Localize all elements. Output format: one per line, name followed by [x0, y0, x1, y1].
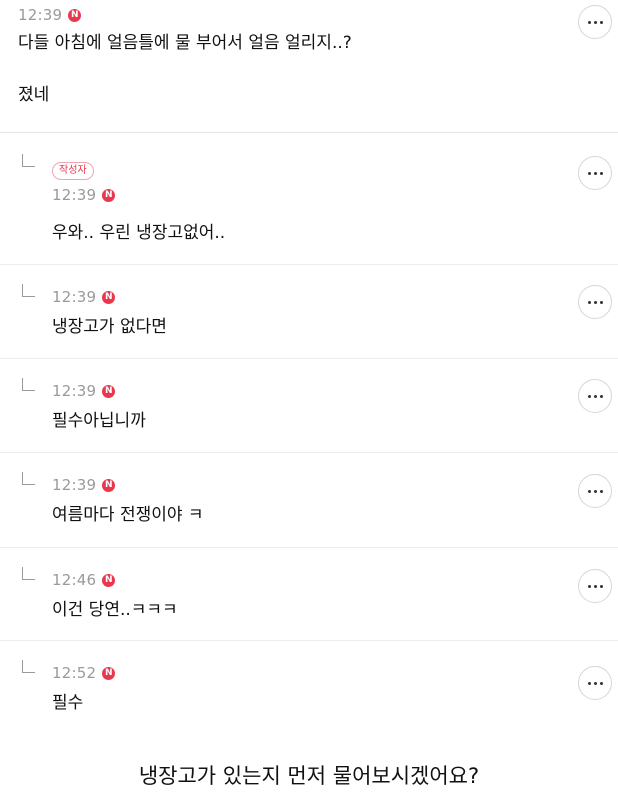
new-badge-icon: N — [102, 290, 116, 304]
reply-arrow-icon — [22, 378, 35, 391]
timestamp: 12:52 — [52, 664, 97, 682]
more-options-icon — [587, 584, 603, 588]
comment-meta: 12:46 N — [52, 571, 116, 589]
reply-arrow-icon — [22, 472, 35, 485]
timestamp: 12:39 — [52, 382, 97, 400]
reply-item: 12:46 N 이건 당연..ㅋㅋㅋ — [0, 549, 618, 641]
more-options-button[interactable] — [578, 379, 612, 413]
comment-meta: 12:39 N — [52, 476, 116, 494]
comment-text: 이건 당연..ㅋㅋㅋ — [52, 600, 178, 620]
comment-meta: 12:39 N — [52, 288, 116, 306]
reply-item: 12:39 N 필수아닙니까 — [0, 360, 618, 453]
reply-arrow-icon — [22, 567, 35, 580]
timestamp: 12:39 — [52, 288, 97, 306]
new-badge-icon: N — [102, 188, 116, 202]
comment-text: 우와.. 우린 냉장고없어.. — [52, 223, 226, 243]
comment-meta: 12:39 N — [52, 186, 116, 204]
new-badge-icon: N — [102, 384, 116, 398]
more-options-button[interactable] — [578, 569, 612, 603]
new-badge-icon: N — [102, 573, 116, 587]
reply-item: 12:39 N 냉장고가 없다면 — [0, 266, 618, 359]
reply-item: 12:52 N 필수 — [0, 642, 618, 734]
comment-meta: 12:39 N — [52, 382, 116, 400]
reply-arrow-icon — [22, 660, 35, 673]
new-badge-icon: N — [68, 8, 82, 22]
reply-item: 12:39 N 여름마다 전쟁이야 ㅋ — [0, 454, 618, 548]
comment-item: 12:39 N 다들 아침에 얼음틀에 물 부어서 얼음 얼리지..? 졌네 — [0, 0, 618, 133]
caption-text: 냉장고가 있는지 먼저 물어보시겠어요? — [138, 764, 480, 788]
comment-text: 필수 — [52, 693, 84, 713]
more-options-button[interactable] — [578, 156, 612, 190]
comment-text: 여름마다 전쟁이야 ㅋ — [52, 505, 204, 525]
author-badge: 작성자 — [52, 162, 94, 180]
more-options-icon — [587, 489, 603, 493]
timestamp: 12:39 — [52, 476, 97, 494]
more-options-icon — [587, 681, 603, 685]
more-options-button[interactable] — [578, 5, 612, 39]
timestamp: 12:39 — [18, 6, 63, 24]
comment-text: 냉장고가 없다면 — [52, 317, 167, 337]
more-options-icon — [587, 20, 603, 24]
comment-meta: 12:39 N — [18, 6, 82, 24]
comment-meta: 12:52 N — [52, 664, 116, 682]
more-options-button[interactable] — [578, 474, 612, 508]
more-options-button[interactable] — [578, 666, 612, 700]
more-options-icon — [587, 300, 603, 304]
new-badge-icon: N — [102, 478, 116, 492]
more-options-icon — [587, 394, 603, 398]
reply-arrow-icon — [22, 284, 35, 297]
timestamp: 12:39 — [52, 186, 97, 204]
comment-text: 필수아닙니까 — [52, 411, 146, 431]
more-options-icon — [587, 171, 603, 175]
comment-text: 다들 아침에 얼음틀에 물 부어서 얼음 얼리지..? 졌네 — [18, 33, 352, 105]
reply-arrow-icon — [22, 154, 35, 167]
more-options-button[interactable] — [578, 285, 612, 319]
timestamp: 12:46 — [52, 571, 97, 589]
new-badge-icon: N — [102, 666, 116, 680]
reply-item: 작성자 12:39 N 우와.. 우린 냉장고없어.. — [0, 134, 618, 265]
